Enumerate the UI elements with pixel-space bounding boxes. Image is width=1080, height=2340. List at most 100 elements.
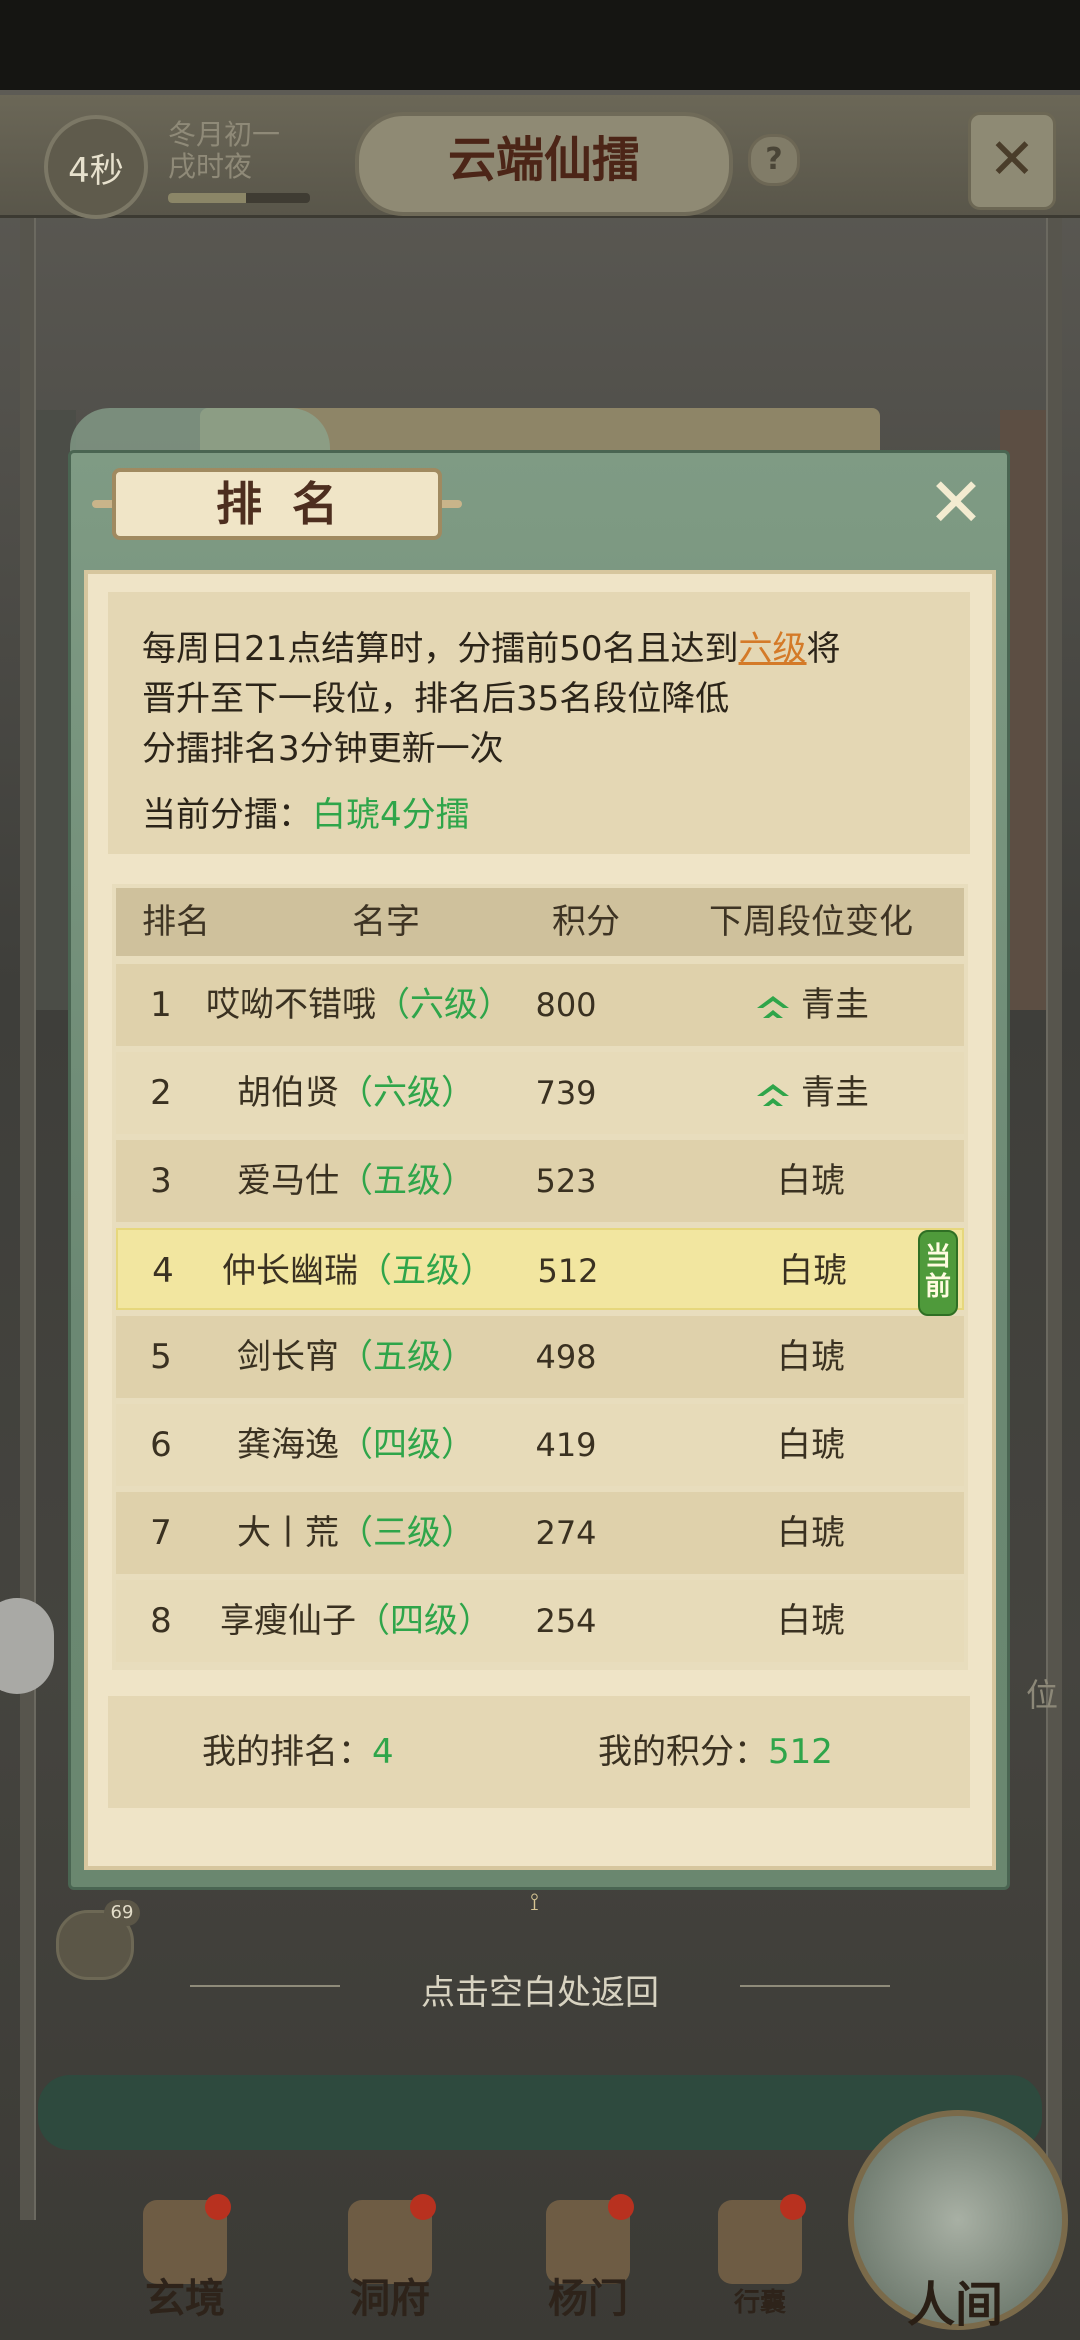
rank-change-cell: 白琥 <box>678 1230 948 1312</box>
name-cell: 大丨荒（三级） <box>206 1492 506 1574</box>
player-level: （五级） <box>339 1161 475 1201</box>
rank-cell: 8 <box>150 1601 172 1641</box>
table-row[interactable]: 5 剑长宵（五级） 498 白琥 <box>116 1316 964 1398</box>
current-arena-label: 当前分擂： <box>142 795 312 835</box>
rank-cell: 7 <box>150 1513 172 1553</box>
player-name: 龚海逸 <box>237 1425 339 1465</box>
day-progress-bar <box>168 193 310 203</box>
next-tier: 白琥 <box>777 1161 845 1201</box>
promote-arrow-icon <box>753 968 793 1018</box>
nav-item-label: 玄境 <box>145 2275 225 2322</box>
name-cell: 仲长幽瑞（五级） <box>208 1230 508 1312</box>
score-cell: 512 <box>537 1252 599 1290</box>
time-label: 戌时夜 <box>168 150 253 183</box>
table-row[interactable]: 2 胡伯贤（六级） 739 青圭 <box>116 1052 964 1134</box>
notice-line-1: 每周日21点结算时，分擂前50名且达到六级将 <box>142 624 841 674</box>
nav-item-label: 杨门 <box>548 2275 628 2322</box>
score-cell: 254 <box>535 1602 597 1640</box>
status-bar-area <box>0 0 1080 90</box>
table-row[interactable]: 4 仲长幽瑞（五级） 512 白琥 当 前 <box>116 1228 964 1316</box>
close-icon[interactable]: ✕ <box>968 112 1056 210</box>
next-tier: 白琥 <box>779 1251 847 1291</box>
notice-line-2: 晋升至下一段位，排名后35名段位降低 <box>142 679 730 719</box>
rank-change-cell: 青圭 <box>676 964 946 1046</box>
close-icon[interactable]: ✕ <box>912 470 1000 542</box>
table-row[interactable]: 7 大丨荒（三级） 274 白琥 <box>116 1492 964 1574</box>
nav-item[interactable]: 行囊 <box>700 2194 820 2320</box>
current-player-tag: 当 前 <box>918 1230 958 1316</box>
date-label: 冬月初一 <box>168 118 281 151</box>
player-name: 爱马仕 <box>237 1161 339 1201</box>
column-header-name: 名字 <box>352 902 420 942</box>
score-cell: 274 <box>535 1514 597 1552</box>
next-tier: 白琥 <box>777 1513 845 1553</box>
rank-cell: 1 <box>150 985 172 1025</box>
player-name: 大丨荒 <box>237 1513 339 1553</box>
nav-item-label: 行囊 <box>733 2288 786 2318</box>
page-title: 云端仙擂 <box>355 112 733 216</box>
camera-icon[interactable] <box>0 1598 54 1694</box>
nav-item[interactable]: 玄境 <box>125 2194 245 2322</box>
scroll-knot-icon: ⟟ <box>530 1888 539 1916</box>
table-row[interactable]: 3 爱马仕（五级） 523 白琥 <box>116 1140 964 1222</box>
player-name: 剑长宵 <box>237 1337 339 1377</box>
promote-arrow-icon <box>753 1056 793 1106</box>
rank-cell: 3 <box>150 1161 172 1201</box>
background-side-text: 位 <box>1026 1676 1059 1714</box>
help-button[interactable]: ? <box>748 134 800 186</box>
frame-left <box>20 200 36 2220</box>
name-cell: 龚海逸（四级） <box>206 1404 506 1486</box>
frame-right <box>1046 200 1062 2220</box>
score-cell: 739 <box>535 1074 597 1112</box>
next-tier: 青圭 <box>801 1073 869 1113</box>
notification-dot-icon <box>410 2194 436 2220</box>
rank-cell: 4 <box>152 1251 174 1291</box>
column-header-rank: 排名 <box>142 902 210 942</box>
timer-badge: 4秒 <box>44 115 148 219</box>
rank-change-cell: 白琥 <box>676 1580 946 1662</box>
score-cell: 498 <box>535 1338 597 1376</box>
my-score-label: 我的积分： <box>598 1732 768 1772</box>
rank-cell: 5 <box>150 1337 172 1377</box>
dismiss-hint[interactable]: 点击空白处返回 <box>0 1965 1080 2014</box>
player-name: 仲长幽瑞 <box>222 1251 358 1291</box>
score-cell: 419 <box>535 1426 597 1464</box>
name-cell: 哎呦不错哦（六级） <box>206 964 512 1046</box>
rank-change-cell: 青圭 <box>676 1052 946 1134</box>
name-cell: 剑长宵（五级） <box>206 1316 506 1398</box>
notification-dot-icon <box>608 2194 634 2220</box>
rank-change-cell: 白琥 <box>676 1140 946 1222</box>
current-arena-value: 白琥4分擂 <box>312 795 470 835</box>
notification-dot-icon <box>780 2194 806 2220</box>
rank-change-cell: 白琥 <box>676 1492 946 1574</box>
column-header-change: 下周段位变化 <box>709 902 913 942</box>
rank-change-cell: 白琥 <box>676 1404 946 1486</box>
nav-item[interactable]: 洞府 <box>330 2194 450 2322</box>
table-row[interactable]: 8 享瘦仙子（四级） 254 白琥 <box>116 1580 964 1662</box>
my-rank-label: 我的排名： <box>202 1732 372 1772</box>
next-tier: 白琥 <box>777 1601 845 1641</box>
next-tier: 青圭 <box>801 985 869 1025</box>
nav-item[interactable]: 杨门 <box>528 2194 648 2322</box>
player-name: 胡伯贤 <box>237 1073 339 1113</box>
level-link[interactable]: 六级 <box>739 629 807 669</box>
chat-count-badge: 69 <box>104 1900 140 1926</box>
score-cell: 800 <box>535 986 597 1024</box>
human-world-label: 人间 <box>906 2277 1003 2333</box>
name-cell: 爱马仕（五级） <box>206 1140 506 1222</box>
notice-line-3: 分擂排名3分钟更新一次 <box>142 729 504 769</box>
player-level: （四级） <box>339 1425 475 1465</box>
nav-item-label: 洞府 <box>350 2275 430 2322</box>
name-cell: 胡伯贤（六级） <box>206 1052 506 1134</box>
modal-title: 排名 <box>112 468 442 540</box>
player-name: 享瘦仙子 <box>220 1601 356 1641</box>
table-row[interactable]: 6 龚海逸（四级） 419 白琥 <box>116 1404 964 1486</box>
player-level: （六级） <box>339 1073 475 1113</box>
my-score: 我的积分：512 <box>598 1725 833 1779</box>
player-level: （三级） <box>339 1513 475 1553</box>
my-rank-value: 4 <box>372 1732 394 1772</box>
column-header-score: 积分 <box>552 902 620 942</box>
player-level: （四级） <box>356 1601 492 1641</box>
rank-change-cell: 白琥 <box>676 1316 946 1398</box>
table-row[interactable]: 1 哎呦不错哦（六级） 800 青圭 <box>116 964 964 1046</box>
